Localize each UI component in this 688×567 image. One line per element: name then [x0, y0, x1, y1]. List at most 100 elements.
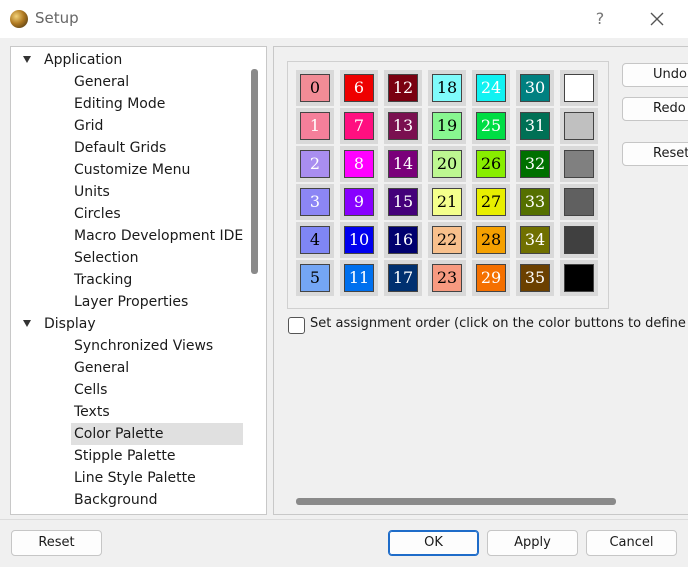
reset-button[interactable]: Reset — [11, 530, 102, 556]
undo-button[interactable]: Undo — [622, 63, 688, 87]
tree-item[interactable]: Texts — [11, 401, 251, 423]
color-swatch-button[interactable]: 9 — [340, 184, 378, 220]
color-swatch-button[interactable]: 13 — [384, 108, 422, 144]
color-swatch: 35 — [520, 264, 550, 292]
color-swatch-button[interactable] — [560, 184, 598, 220]
tree-item[interactable]: Background — [11, 489, 251, 511]
help-button[interactable]: ? — [588, 6, 612, 32]
tree-item-label: Display — [44, 316, 96, 332]
color-swatch-button[interactable] — [560, 222, 598, 258]
color-swatch-button[interactable]: 18 — [428, 70, 466, 106]
color-swatch-button[interactable]: 1 — [296, 108, 334, 144]
color-swatch-button[interactable]: 28 — [472, 222, 510, 258]
color-swatch-button[interactable]: 6 — [340, 70, 378, 106]
color-swatch-button[interactable]: 25 — [472, 108, 510, 144]
tree-item-label: Line Style Palette — [74, 470, 196, 486]
redo-button[interactable]: Redo — [622, 97, 688, 121]
color-swatch-button[interactable]: 23 — [428, 260, 466, 296]
app-logo-icon — [10, 10, 28, 28]
tree-item[interactable]: Line Style Palette — [11, 467, 251, 489]
color-swatch-button[interactable]: 30 — [516, 70, 554, 106]
color-swatch-button[interactable]: 17 — [384, 260, 422, 296]
color-palette-panel: 0 1 2 3 4 5 6 7 8 9 10 11 12 13 14 15 16 17 18 19 20 21 22 23 24… — [273, 46, 688, 515]
tree-scrollbar-thumb[interactable] — [251, 69, 258, 274]
color-swatch-button[interactable]: 20 — [428, 146, 466, 182]
color-swatch-button[interactable]: 26 — [472, 146, 510, 182]
ok-button[interactable]: OK — [388, 530, 479, 556]
tree-item-label: Grid — [74, 118, 104, 134]
color-swatch-button[interactable]: 21 — [428, 184, 466, 220]
close-button[interactable] — [640, 4, 674, 34]
color-swatch-button[interactable]: 12 — [384, 70, 422, 106]
palette-reset-button[interactable]: Reset — [622, 142, 688, 166]
color-swatch-button[interactable]: 16 — [384, 222, 422, 258]
tree-item[interactable]: Selection — [11, 247, 251, 269]
tree-item-label: Tracking — [74, 272, 133, 288]
color-swatch — [564, 264, 594, 292]
color-swatch: 22 — [432, 226, 462, 254]
color-swatch: 6 — [344, 74, 374, 102]
tree-item-label: Background — [74, 492, 158, 508]
panel-horizontal-scrollbar-thumb[interactable] — [296, 498, 616, 505]
tree-item[interactable]: Customize Menu — [11, 159, 251, 181]
color-swatch-button[interactable]: 4 — [296, 222, 334, 258]
assignment-order-label: Set assignment order (click on the color… — [310, 316, 688, 331]
tree-item[interactable]: Layer Properties — [11, 291, 251, 313]
color-swatch-button[interactable]: 34 — [516, 222, 554, 258]
color-swatch-button[interactable] — [560, 108, 598, 144]
color-swatch-button[interactable] — [560, 260, 598, 296]
expand-arrow-icon[interactable] — [23, 56, 31, 63]
tree-item-label: General — [74, 360, 130, 376]
color-swatch-button[interactable]: 15 — [384, 184, 422, 220]
tree-item[interactable]: General — [11, 71, 251, 93]
color-swatch-button[interactable]: 24 — [472, 70, 510, 106]
cancel-button[interactable]: Cancel — [586, 530, 677, 556]
color-swatch: 29 — [476, 264, 506, 292]
color-swatch-button[interactable]: 19 — [428, 108, 466, 144]
tree-item[interactable]: Circles — [11, 203, 251, 225]
color-swatch-button[interactable]: 33 — [516, 184, 554, 220]
tree-item[interactable]: Default Grids — [11, 137, 251, 159]
color-swatch-button[interactable] — [560, 146, 598, 182]
tree-item[interactable]: Display — [11, 313, 251, 335]
color-swatch-button[interactable]: 3 — [296, 184, 334, 220]
tree-item-label: General — [74, 74, 130, 90]
color-swatch-button[interactable]: 8 — [340, 146, 378, 182]
tree-item[interactable]: Application — [11, 49, 251, 71]
color-swatch-button[interactable]: 31 — [516, 108, 554, 144]
color-swatch-button[interactable]: 27 — [472, 184, 510, 220]
tree-item[interactable]: Stipple Palette — [11, 445, 251, 467]
color-swatch-button[interactable]: 22 — [428, 222, 466, 258]
tree-item[interactable]: Units — [11, 181, 251, 203]
color-swatch-button[interactable]: 11 — [340, 260, 378, 296]
tree-item[interactable]: Synchronized Views — [11, 335, 251, 357]
tree-item[interactable]: Color Palette — [11, 423, 251, 445]
tree-item[interactable]: Cells — [11, 379, 251, 401]
color-swatch — [564, 226, 594, 254]
color-swatch: 23 — [432, 264, 462, 292]
tree-item[interactable]: Editing Mode — [11, 93, 251, 115]
color-swatch-button[interactable]: 5 — [296, 260, 334, 296]
color-swatch-button[interactable]: 7 — [340, 108, 378, 144]
tree-item-label: Cells — [74, 382, 108, 398]
assignment-order-checkbox[interactable] — [288, 317, 305, 334]
color-swatch-button[interactable]: 35 — [516, 260, 554, 296]
color-swatch-button[interactable]: 10 — [340, 222, 378, 258]
color-swatch-button[interactable]: 0 — [296, 70, 334, 106]
expand-arrow-icon[interactable] — [23, 320, 31, 327]
color-swatch-button[interactable] — [560, 70, 598, 106]
color-swatch-button[interactable]: 14 — [384, 146, 422, 182]
color-swatch: 11 — [344, 264, 374, 292]
color-swatch-button[interactable]: 32 — [516, 146, 554, 182]
tree-item[interactable]: Tracking — [11, 269, 251, 291]
tree-item-label: Units — [74, 184, 110, 200]
color-swatch-button[interactable]: 29 — [472, 260, 510, 296]
tree-item[interactable]: General — [11, 357, 251, 379]
tree-item[interactable]: Macro Development IDE — [11, 225, 251, 247]
apply-button[interactable]: Apply — [487, 530, 578, 556]
settings-tree[interactable]: Application General Editing Mode Grid Defaul… — [10, 46, 267, 515]
color-swatch: 21 — [432, 188, 462, 216]
tree-item-label: Texts — [74, 404, 110, 420]
color-swatch-button[interactable]: 2 — [296, 146, 334, 182]
tree-item[interactable]: Grid — [11, 115, 251, 137]
